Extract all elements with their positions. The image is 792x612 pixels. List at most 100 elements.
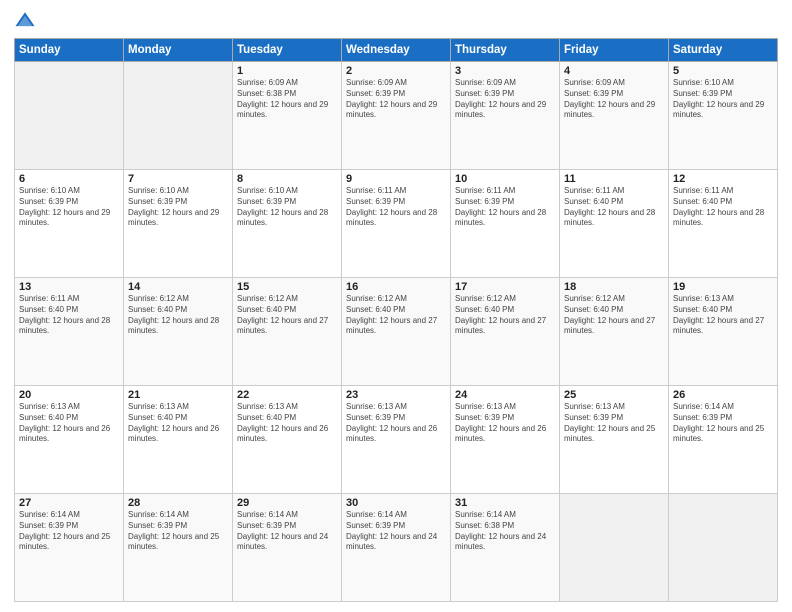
calendar-week-row: 27Sunrise: 6:14 AM Sunset: 6:39 PM Dayli… bbox=[15, 494, 778, 602]
day-info: Sunrise: 6:10 AM Sunset: 6:39 PM Dayligh… bbox=[19, 186, 119, 229]
calendar-cell: 30Sunrise: 6:14 AM Sunset: 6:39 PM Dayli… bbox=[342, 494, 451, 602]
day-number: 2 bbox=[346, 65, 446, 77]
calendar-cell: 22Sunrise: 6:13 AM Sunset: 6:40 PM Dayli… bbox=[233, 386, 342, 494]
day-number: 20 bbox=[19, 389, 119, 401]
day-number: 31 bbox=[455, 497, 555, 509]
calendar-cell: 11Sunrise: 6:11 AM Sunset: 6:40 PM Dayli… bbox=[560, 170, 669, 278]
calendar-cell bbox=[669, 494, 778, 602]
day-number: 4 bbox=[564, 65, 664, 77]
calendar-cell: 8Sunrise: 6:10 AM Sunset: 6:39 PM Daylig… bbox=[233, 170, 342, 278]
calendar-cell: 18Sunrise: 6:12 AM Sunset: 6:40 PM Dayli… bbox=[560, 278, 669, 386]
day-number: 5 bbox=[673, 65, 773, 77]
day-number: 18 bbox=[564, 281, 664, 293]
day-info: Sunrise: 6:09 AM Sunset: 6:39 PM Dayligh… bbox=[455, 78, 555, 121]
day-number: 16 bbox=[346, 281, 446, 293]
day-number: 13 bbox=[19, 281, 119, 293]
calendar-cell: 6Sunrise: 6:10 AM Sunset: 6:39 PM Daylig… bbox=[15, 170, 124, 278]
day-info: Sunrise: 6:13 AM Sunset: 6:40 PM Dayligh… bbox=[19, 402, 119, 445]
calendar-cell: 14Sunrise: 6:12 AM Sunset: 6:40 PM Dayli… bbox=[124, 278, 233, 386]
calendar-cell: 4Sunrise: 6:09 AM Sunset: 6:39 PM Daylig… bbox=[560, 62, 669, 170]
header bbox=[14, 10, 778, 32]
day-number: 21 bbox=[128, 389, 228, 401]
day-info: Sunrise: 6:11 AM Sunset: 6:39 PM Dayligh… bbox=[346, 186, 446, 229]
day-info: Sunrise: 6:14 AM Sunset: 6:39 PM Dayligh… bbox=[128, 510, 228, 553]
calendar-cell: 3Sunrise: 6:09 AM Sunset: 6:39 PM Daylig… bbox=[451, 62, 560, 170]
logo bbox=[14, 10, 40, 32]
day-number: 6 bbox=[19, 173, 119, 185]
day-info: Sunrise: 6:12 AM Sunset: 6:40 PM Dayligh… bbox=[455, 294, 555, 337]
calendar-table: SundayMondayTuesdayWednesdayThursdayFrid… bbox=[14, 38, 778, 602]
day-number: 24 bbox=[455, 389, 555, 401]
day-number: 11 bbox=[564, 173, 664, 185]
day-info: Sunrise: 6:13 AM Sunset: 6:39 PM Dayligh… bbox=[346, 402, 446, 445]
day-info: Sunrise: 6:13 AM Sunset: 6:40 PM Dayligh… bbox=[237, 402, 337, 445]
calendar-cell bbox=[124, 62, 233, 170]
day-of-week-header: Thursday bbox=[451, 39, 560, 62]
calendar-week-row: 1Sunrise: 6:09 AM Sunset: 6:38 PM Daylig… bbox=[15, 62, 778, 170]
day-info: Sunrise: 6:14 AM Sunset: 6:38 PM Dayligh… bbox=[455, 510, 555, 553]
calendar-cell: 5Sunrise: 6:10 AM Sunset: 6:39 PM Daylig… bbox=[669, 62, 778, 170]
day-number: 10 bbox=[455, 173, 555, 185]
calendar-cell: 20Sunrise: 6:13 AM Sunset: 6:40 PM Dayli… bbox=[15, 386, 124, 494]
day-info: Sunrise: 6:12 AM Sunset: 6:40 PM Dayligh… bbox=[237, 294, 337, 337]
day-of-week-header: Saturday bbox=[669, 39, 778, 62]
calendar-cell bbox=[15, 62, 124, 170]
calendar-cell: 1Sunrise: 6:09 AM Sunset: 6:38 PM Daylig… bbox=[233, 62, 342, 170]
day-info: Sunrise: 6:10 AM Sunset: 6:39 PM Dayligh… bbox=[128, 186, 228, 229]
day-number: 26 bbox=[673, 389, 773, 401]
day-number: 22 bbox=[237, 389, 337, 401]
day-number: 1 bbox=[237, 65, 337, 77]
day-info: Sunrise: 6:13 AM Sunset: 6:39 PM Dayligh… bbox=[564, 402, 664, 445]
day-info: Sunrise: 6:11 AM Sunset: 6:40 PM Dayligh… bbox=[564, 186, 664, 229]
day-info: Sunrise: 6:12 AM Sunset: 6:40 PM Dayligh… bbox=[346, 294, 446, 337]
calendar-cell: 29Sunrise: 6:14 AM Sunset: 6:39 PM Dayli… bbox=[233, 494, 342, 602]
day-number: 29 bbox=[237, 497, 337, 509]
day-number: 30 bbox=[346, 497, 446, 509]
day-number: 17 bbox=[455, 281, 555, 293]
calendar-cell: 16Sunrise: 6:12 AM Sunset: 6:40 PM Dayli… bbox=[342, 278, 451, 386]
calendar-cell: 7Sunrise: 6:10 AM Sunset: 6:39 PM Daylig… bbox=[124, 170, 233, 278]
day-of-week-header: Monday bbox=[124, 39, 233, 62]
calendar-cell: 25Sunrise: 6:13 AM Sunset: 6:39 PM Dayli… bbox=[560, 386, 669, 494]
logo-icon bbox=[14, 10, 36, 32]
day-number: 25 bbox=[564, 389, 664, 401]
page: SundayMondayTuesdayWednesdayThursdayFrid… bbox=[0, 0, 792, 612]
day-number: 19 bbox=[673, 281, 773, 293]
day-of-week-header: Tuesday bbox=[233, 39, 342, 62]
day-of-week-header: Friday bbox=[560, 39, 669, 62]
day-info: Sunrise: 6:09 AM Sunset: 6:38 PM Dayligh… bbox=[237, 78, 337, 121]
calendar-cell bbox=[560, 494, 669, 602]
day-info: Sunrise: 6:13 AM Sunset: 6:40 PM Dayligh… bbox=[673, 294, 773, 337]
day-info: Sunrise: 6:12 AM Sunset: 6:40 PM Dayligh… bbox=[564, 294, 664, 337]
calendar-cell: 9Sunrise: 6:11 AM Sunset: 6:39 PM Daylig… bbox=[342, 170, 451, 278]
day-info: Sunrise: 6:10 AM Sunset: 6:39 PM Dayligh… bbox=[237, 186, 337, 229]
day-info: Sunrise: 6:11 AM Sunset: 6:40 PM Dayligh… bbox=[19, 294, 119, 337]
day-of-week-header: Sunday bbox=[15, 39, 124, 62]
day-number: 8 bbox=[237, 173, 337, 185]
day-info: Sunrise: 6:09 AM Sunset: 6:39 PM Dayligh… bbox=[564, 78, 664, 121]
day-number: 23 bbox=[346, 389, 446, 401]
calendar-cell: 19Sunrise: 6:13 AM Sunset: 6:40 PM Dayli… bbox=[669, 278, 778, 386]
calendar-cell: 31Sunrise: 6:14 AM Sunset: 6:38 PM Dayli… bbox=[451, 494, 560, 602]
calendar-cell: 21Sunrise: 6:13 AM Sunset: 6:40 PM Dayli… bbox=[124, 386, 233, 494]
day-number: 12 bbox=[673, 173, 773, 185]
calendar-cell: 2Sunrise: 6:09 AM Sunset: 6:39 PM Daylig… bbox=[342, 62, 451, 170]
calendar-cell: 27Sunrise: 6:14 AM Sunset: 6:39 PM Dayli… bbox=[15, 494, 124, 602]
day-number: 28 bbox=[128, 497, 228, 509]
day-info: Sunrise: 6:14 AM Sunset: 6:39 PM Dayligh… bbox=[19, 510, 119, 553]
calendar-cell: 23Sunrise: 6:13 AM Sunset: 6:39 PM Dayli… bbox=[342, 386, 451, 494]
day-info: Sunrise: 6:09 AM Sunset: 6:39 PM Dayligh… bbox=[346, 78, 446, 121]
calendar-week-row: 13Sunrise: 6:11 AM Sunset: 6:40 PM Dayli… bbox=[15, 278, 778, 386]
day-number: 7 bbox=[128, 173, 228, 185]
day-info: Sunrise: 6:14 AM Sunset: 6:39 PM Dayligh… bbox=[237, 510, 337, 553]
calendar-week-row: 20Sunrise: 6:13 AM Sunset: 6:40 PM Dayli… bbox=[15, 386, 778, 494]
calendar-cell: 12Sunrise: 6:11 AM Sunset: 6:40 PM Dayli… bbox=[669, 170, 778, 278]
calendar-cell: 15Sunrise: 6:12 AM Sunset: 6:40 PM Dayli… bbox=[233, 278, 342, 386]
calendar-cell: 13Sunrise: 6:11 AM Sunset: 6:40 PM Dayli… bbox=[15, 278, 124, 386]
day-info: Sunrise: 6:14 AM Sunset: 6:39 PM Dayligh… bbox=[673, 402, 773, 445]
day-number: 27 bbox=[19, 497, 119, 509]
calendar-week-row: 6Sunrise: 6:10 AM Sunset: 6:39 PM Daylig… bbox=[15, 170, 778, 278]
day-number: 3 bbox=[455, 65, 555, 77]
day-info: Sunrise: 6:13 AM Sunset: 6:40 PM Dayligh… bbox=[128, 402, 228, 445]
day-number: 9 bbox=[346, 173, 446, 185]
